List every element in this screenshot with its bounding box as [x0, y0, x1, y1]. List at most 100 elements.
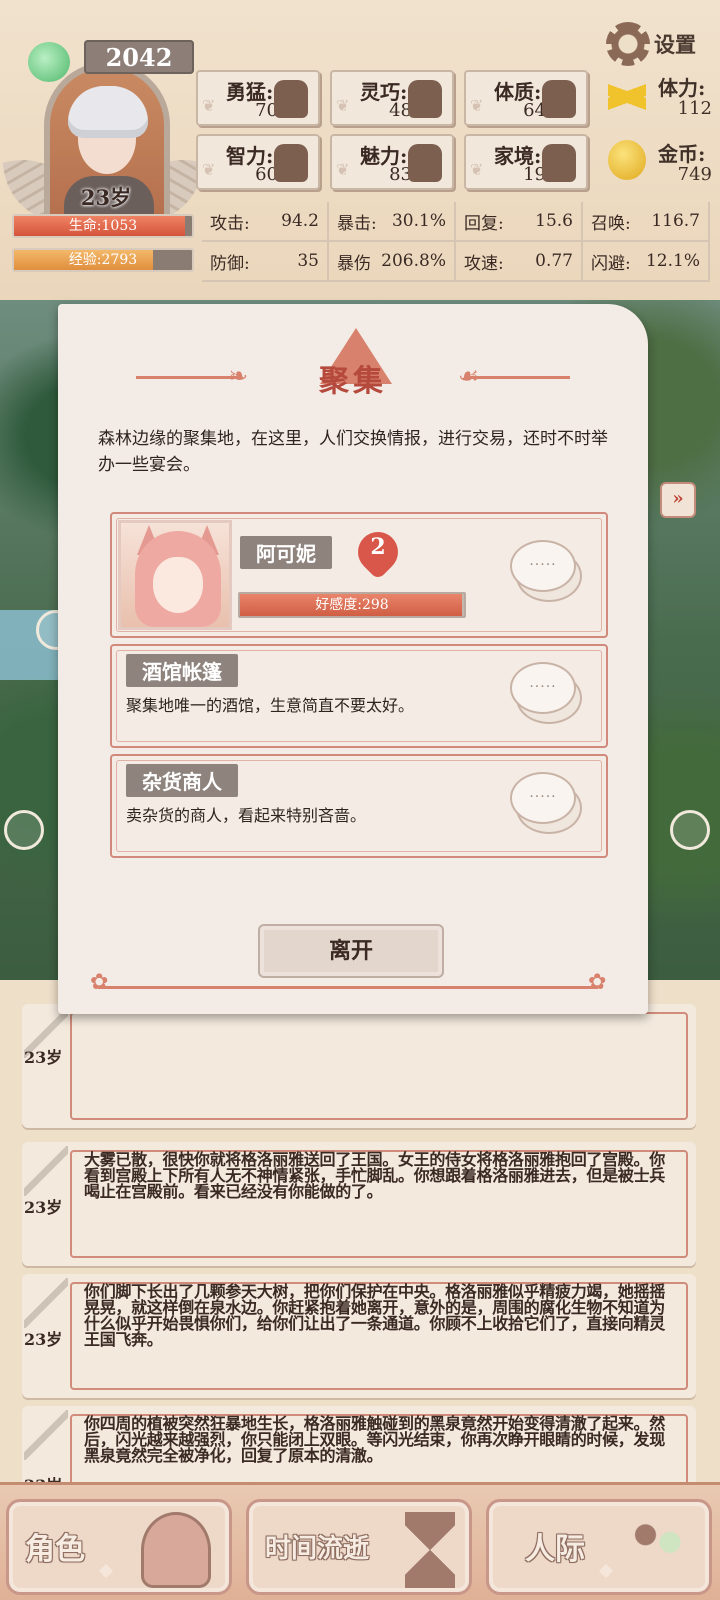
tab-character[interactable]: 角色: [6, 1499, 232, 1595]
stat-label: 暴击:: [337, 213, 377, 234]
map-location-icon[interactable]: [670, 810, 710, 850]
stat-value: 35: [297, 251, 319, 271]
hero-level: 2042: [84, 40, 194, 74]
map-location-icon[interactable]: [4, 810, 44, 850]
stat-attack: 攻击: 94.2: [202, 202, 329, 242]
attr-value: 64: [523, 100, 546, 121]
hourglass-icon: [405, 1512, 455, 1588]
log-text: 大雾已散，很快你就将格洛丽雅送回了王国。女王的侍女将格洛丽雅抱回了宫殿。你看到宫…: [84, 1150, 665, 1201]
scroll-icon: [408, 80, 442, 118]
npc-name: 杂货商人: [126, 764, 238, 797]
attr-constitution[interactable]: ❦ 体质: 64: [464, 70, 588, 126]
stat-value: 30.1%: [391, 211, 446, 231]
tab-time-passing[interactable]: 时间流逝: [246, 1499, 472, 1595]
settings-label: 设置: [654, 32, 696, 57]
attr-agility[interactable]: ❦ 灵巧: 48: [330, 70, 454, 126]
swirl-ornament: ❦: [336, 160, 350, 179]
attr-value: 70: [255, 100, 278, 121]
hero-avatar[interactable]: 2042 23岁 生命:1053 经验:2793: [2, 36, 204, 272]
attr-intelligence[interactable]: ❦ 智力: 60: [196, 134, 320, 190]
resource-name: 体力:: [658, 76, 706, 100]
tab-label: 时间流逝: [265, 1534, 370, 1564]
hp-bar: 生命:1053: [12, 214, 194, 238]
npc-akoni[interactable]: 阿可妮 2 好感度:298 ·····: [110, 512, 608, 638]
bottom-divider: [98, 986, 598, 989]
attr-family[interactable]: ❦ 家境: 19: [464, 134, 588, 190]
swirl-ornament: ❦: [336, 96, 350, 115]
npc-description: 卖杂货的商人，看起来特别吝啬。: [126, 806, 367, 825]
gathering-dialog: ❧ ☙ 聚集 森林边缘的聚集地，在这里，人们交换情报，进行交易，还时不时举办一些…: [58, 304, 648, 1014]
swirl-ornament: ❦: [202, 160, 216, 179]
log-age: 23岁: [24, 1198, 63, 1217]
people-icon: [621, 1512, 691, 1588]
tab-label: 角色: [25, 1532, 85, 1567]
stat-label: 攻速:: [464, 253, 504, 274]
tab-social[interactable]: 人际: [486, 1499, 712, 1595]
sprout-icon: [28, 42, 70, 82]
heart-level: 2: [370, 534, 386, 560]
stat-label: 回复:: [464, 213, 504, 234]
settings-button[interactable]: 设置: [606, 18, 710, 70]
stat-value: 116.7: [651, 211, 700, 231]
swirl-ornament: ❦: [470, 160, 484, 179]
log-entry: 23岁: [22, 1004, 696, 1128]
stat-crit-damage: 暴伤 206.8%: [329, 242, 456, 282]
stat-value: 12.1%: [645, 251, 700, 271]
character-icon: [141, 1512, 211, 1588]
npc-tavern-tent[interactable]: 酒馆帐篷 聚集地唯一的酒馆，生意简直不要太好。 ·····: [110, 644, 608, 748]
leave-button[interactable]: 离开: [258, 924, 444, 978]
log-entry: 23岁 你们脚下长出了几颗参天大树，把你们保护在中央。格洛丽雅似乎精疲力竭，她摇…: [22, 1274, 696, 1398]
log-age: 23岁: [24, 1048, 63, 1067]
npc-name: 酒馆帐篷: [126, 654, 238, 687]
hp-label: 生命:1053: [68, 218, 138, 234]
npc-grocer[interactable]: 杂货商人 卖杂货的商人，看起来特别吝啬。 ·····: [110, 754, 608, 858]
stat-value: 94.2: [281, 211, 319, 231]
diamond-ornament: [98, 1563, 114, 1579]
dialog-description: 森林边缘的聚集地，在这里，人们交换情报，进行交易，还时不时举办一些宴会。: [98, 429, 608, 475]
npc-name: 阿可妮: [240, 536, 332, 569]
chat-bubble-button[interactable]: ·····: [510, 540, 576, 592]
log-text: 你四周的植被突然狂暴地生长，格洛丽雅触碰到的黑泉竟然开始变得清澈了起来。然后，闪…: [84, 1414, 665, 1465]
stat-defense: 防御: 35: [202, 242, 329, 282]
lotus-icon: [408, 144, 442, 182]
map-next-arrow[interactable]: »: [660, 482, 696, 518]
stat-label: 闪避:: [591, 253, 631, 274]
attr-value: 19: [523, 164, 546, 185]
log-entry: 23岁 大雾已散，很快你就将格洛丽雅送回了王国。女王的侍女将格洛丽雅抱回了宫殿。…: [22, 1142, 696, 1266]
stat-regen: 回复: 15.6: [456, 202, 583, 242]
stat-value: 15.6: [535, 211, 573, 231]
exp-label: 经验:2793: [68, 252, 138, 268]
hero-age: 23岁: [80, 185, 132, 210]
hero-hair: [68, 86, 148, 138]
stat-dodge: 闪避: 12.1%: [583, 242, 710, 282]
stat-label: 暴伤: [337, 253, 371, 274]
attr-bravery[interactable]: ❦ 勇猛: 70: [196, 70, 320, 126]
resource-value: 749: [677, 164, 712, 185]
gold-resource[interactable]: 金币: 749: [604, 134, 716, 194]
stat-label: 召唤:: [591, 213, 631, 234]
stat-summon: 召唤: 116.7: [583, 202, 710, 242]
stat-crit: 暴击: 30.1%: [329, 202, 456, 242]
favor-label: 好感度:298: [315, 597, 389, 613]
swirl-ornament: ❦: [202, 96, 216, 115]
log-age: 23岁: [24, 1330, 63, 1349]
chat-bubble-button[interactable]: ·····: [510, 772, 576, 824]
dialog-title: 聚集: [319, 364, 387, 399]
money-bag-icon: [542, 144, 576, 182]
gear-icon: [606, 22, 650, 66]
chat-bubble-button[interactable]: ·····: [510, 662, 576, 714]
muscle-icon: [542, 80, 576, 118]
coin-icon: [608, 140, 646, 180]
npc-description: 聚集地唯一的酒馆，生意简直不要太好。: [126, 696, 415, 715]
stamina-resource[interactable]: 体力: 112: [604, 68, 716, 128]
diamond-ornament: [598, 1563, 614, 1579]
favor-bar: 好感度:298: [238, 592, 466, 618]
npc-portrait: [118, 520, 232, 630]
log-text: 你们脚下长出了几颗参天大树，把你们保护在中央。格洛丽雅似乎精疲力竭，她摇摇晃晃，…: [84, 1282, 665, 1349]
attr-charm[interactable]: ❦ 魅力: 83: [330, 134, 454, 190]
lightning-icon: [608, 74, 646, 120]
combat-stats: 攻击: 94.2 暴击: 30.1% 回复: 15.6 召唤: 116.7 防御: 35 …: [202, 202, 710, 282]
bottom-nav: 角色 时间流逝 人际: [0, 1482, 720, 1600]
attr-value: 48: [389, 100, 412, 121]
swirl-ornament: ❦: [470, 96, 484, 115]
